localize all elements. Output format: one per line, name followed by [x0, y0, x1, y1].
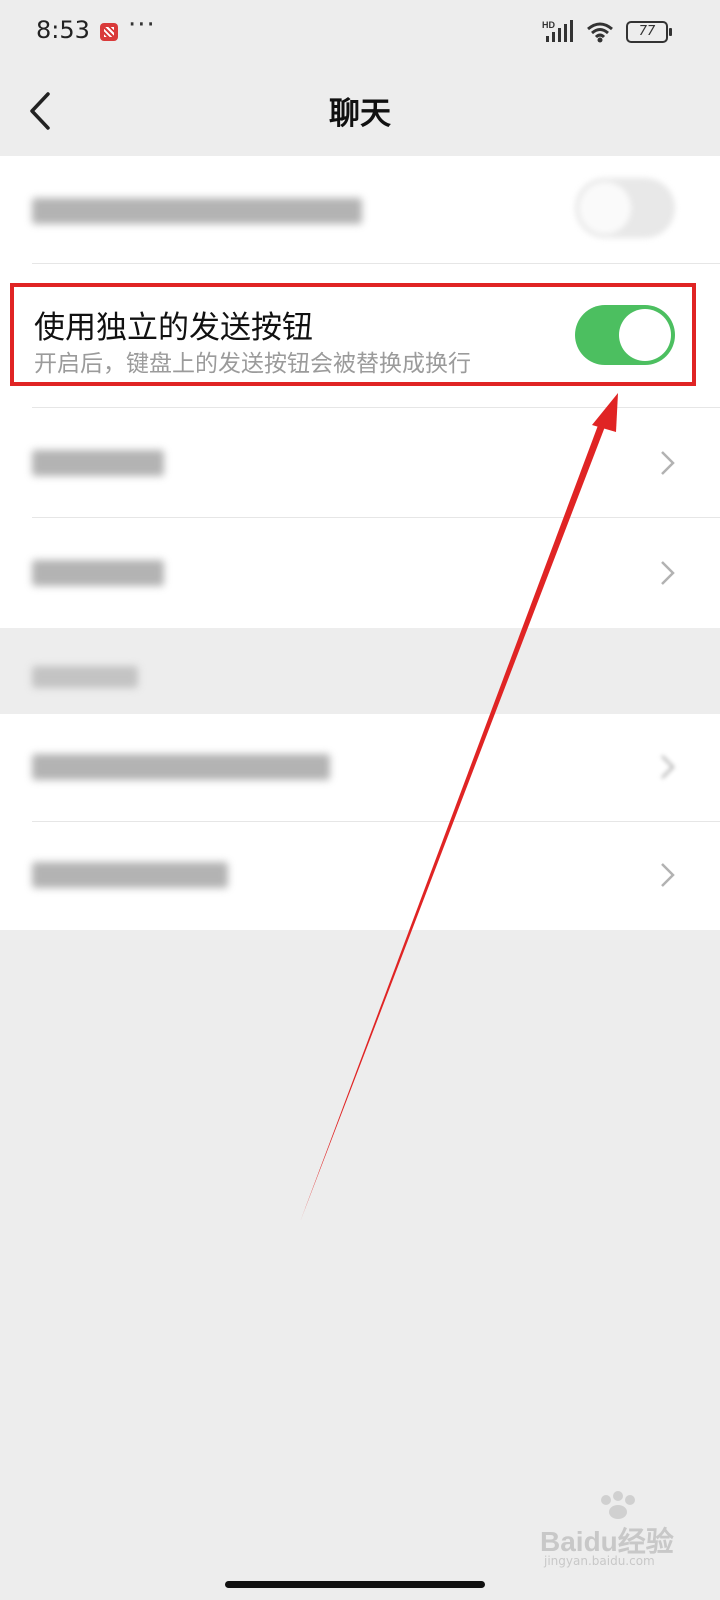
- watermark-brand: Baidu: [540, 1526, 618, 1557]
- annotation-arrow: [300, 393, 618, 1222]
- watermark-product: 经验: [617, 1526, 674, 1557]
- baidu-watermark: Baidu经验 jingyan.baidu.com: [540, 1490, 680, 1568]
- watermark-site: jingyan.baidu.com: [544, 1554, 655, 1568]
- home-indicator[interactable]: [225, 1581, 485, 1588]
